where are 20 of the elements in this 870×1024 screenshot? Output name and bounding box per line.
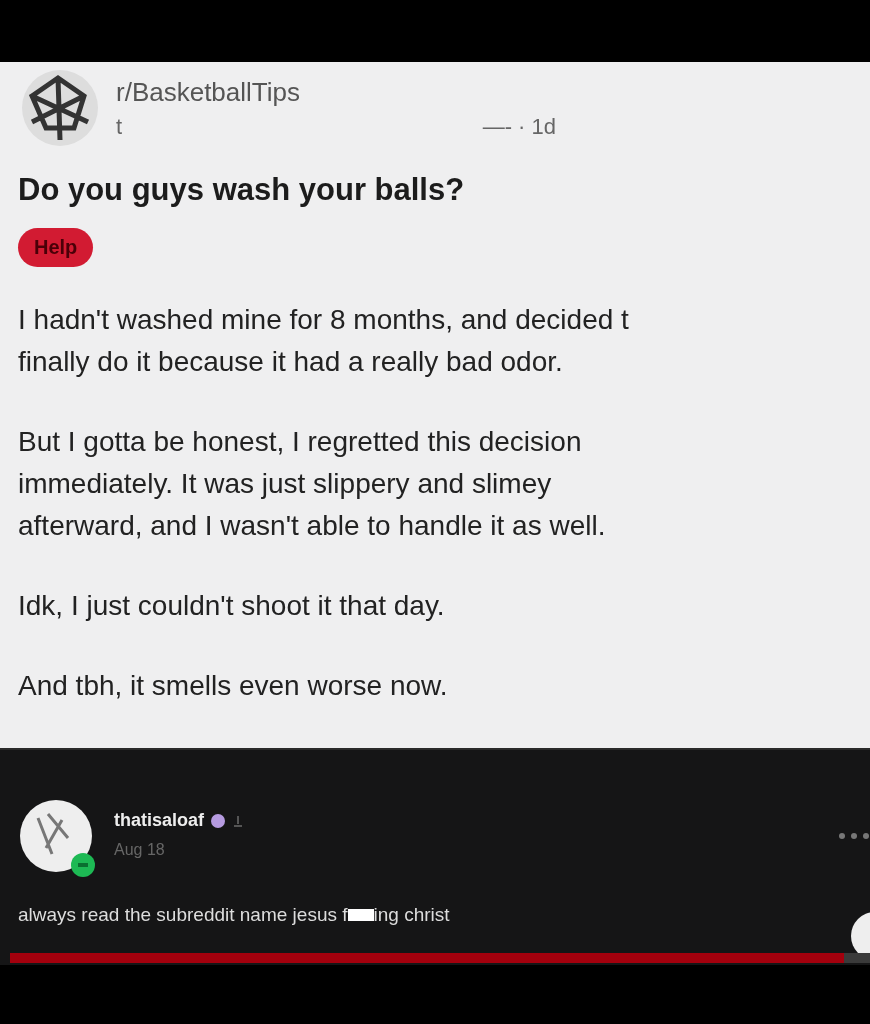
body-text-line: But I gotta be honest, I regretted this decision	[18, 425, 583, 459]
body-text-line: immediately. It was just slippery and slimey	[18, 467, 553, 501]
more-options-icon[interactable]	[838, 832, 870, 840]
commenter-username[interactable]: thatisaloaf	[114, 810, 205, 831]
body-text-line: finally do it because it had a really bad odor.	[18, 345, 564, 379]
censor-bar	[347, 909, 374, 921]
online-status-icon	[70, 852, 96, 878]
post-time: —- · 1d	[482, 113, 556, 140]
body-text-line: And tbh, it smells even worse now.	[18, 669, 449, 703]
comment-text: ing christ	[373, 904, 450, 926]
comment-text: always read the subreddit name jesus f	[18, 904, 348, 926]
sketch-avatar-icon[interactable]	[18, 798, 94, 874]
body-text-line: I hadn't washed mine for 8 months, and decided t	[18, 303, 630, 337]
verified-badge-icon	[210, 812, 227, 829]
body-text-line: afterward, and I wasn't able to handle it as well.	[18, 509, 607, 543]
comment-date: Aug 18	[114, 841, 166, 859]
body-text-line: Idk, I just couldn't shoot it that day.	[18, 589, 446, 623]
subreddit-name[interactable]: r/BasketballTips	[116, 76, 556, 108]
username[interactable]: t	[116, 113, 123, 140]
post-title: Do you guys wash your balls?	[18, 172, 466, 208]
